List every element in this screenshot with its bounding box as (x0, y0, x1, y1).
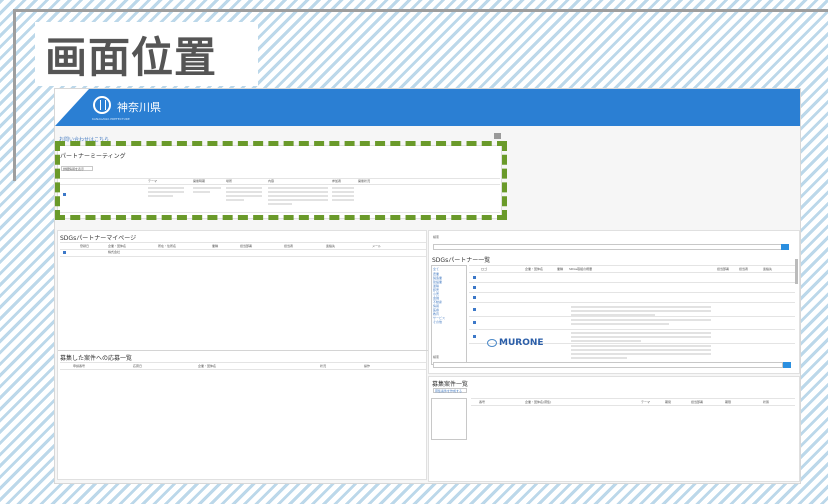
pl-search-label: 検索 (433, 355, 440, 359)
ap-col-action: 操作 (364, 364, 371, 368)
recruitment-title: 募集案件一覧 (432, 381, 469, 388)
search-label: 検索 (433, 235, 440, 239)
pl-row-icon[interactable] (473, 276, 476, 279)
pl-row-icon[interactable] (473, 335, 476, 338)
filter-box: 全て 農業 製造業 建設業 運輸 卸売 小売 金融 不動産 情報 医療 教育 サ… (431, 265, 467, 365)
ap-col-date: 応募日 (133, 364, 143, 368)
pl-col-industry: 業種 (557, 267, 564, 271)
partner-list-title: SDGsパートナー一覧 (432, 257, 491, 264)
pl-row-icon[interactable] (473, 286, 476, 289)
pl-bottom-input[interactable] (433, 362, 783, 368)
header-wedge (55, 89, 89, 126)
mypage-panel: SDGsパートナーマイページ 登録日 企業・団体名 所在・住所名 業種 担当部署… (57, 230, 428, 480)
mp-col-dept: 担当部署 (240, 244, 253, 248)
pl-row-icon[interactable] (473, 296, 476, 299)
pl-bottom-search-button[interactable] (783, 362, 791, 368)
rc-col-company: 企業・団体名(募集) (525, 400, 552, 404)
mp-col-person: 担当者 (284, 244, 294, 248)
heading-box: 画面位置 (35, 22, 258, 86)
close-button[interactable] (494, 133, 501, 139)
mypage-title: SDGsパートナーマイページ (60, 235, 137, 242)
pl-col-summary: SDGs取組の概要 (569, 267, 593, 271)
recruitment-panel: 募集案件一覧 募集案件を作成する 番号 企業・団体名(募集) テーマ 期間 担当… (428, 376, 800, 482)
pl-col-person: 担当者 (739, 267, 749, 271)
pl-col-contact: 連絡先 (763, 267, 773, 271)
ap-col-status: 状況 (320, 364, 327, 368)
mp-col-company: 企業・団体名 (108, 244, 127, 248)
site-header: KANAGAWA PREFECTURE 神奈川県 (55, 89, 800, 126)
murone-logo-icon (487, 339, 497, 347)
create-recruitment-button[interactable]: 募集案件を作成する (433, 388, 467, 393)
rc-col-state: 状態 (763, 400, 770, 404)
rc-col-period: 期間 (665, 400, 672, 404)
applications-title: 募集した案件への応募一覧 (60, 355, 133, 362)
mypage-row-icon[interactable] (63, 251, 66, 254)
murone-logo: MURONE (487, 338, 544, 348)
highlight-frame (55, 141, 507, 220)
pl-col-logo: ロゴ (481, 267, 488, 271)
pl-col-dept: 担当部署 (717, 267, 730, 271)
prefecture-logo-icon[interactable] (93, 96, 111, 114)
recruit-filter-box (431, 398, 467, 440)
screenshot-area: KANAGAWA PREFECTURE 神奈川県 お問い合わせはこちら パートナ… (54, 88, 801, 484)
scrollbar[interactable] (795, 259, 798, 284)
pl-col-company: 企業・団体名 (525, 267, 544, 271)
mp-col-date: 登録日 (80, 244, 90, 248)
pl-row-icon[interactable] (473, 321, 476, 324)
prefecture-name[interactable]: 神奈川県 (117, 99, 161, 115)
rc-col-theme: テーマ (641, 400, 651, 404)
mp-row-company: 株式会社 (108, 250, 121, 254)
ap-col-no: 申請番号 (73, 364, 86, 368)
rc-col-dept: 担当部署 (691, 400, 704, 404)
logo-caption: KANAGAWA PREFECTURE (92, 117, 130, 121)
pl-row-icon[interactable] (473, 308, 476, 311)
search-input[interactable] (433, 244, 783, 250)
mp-col-address: 所在・住所名 (158, 244, 177, 248)
murone-brand: MURONE (499, 338, 544, 348)
mp-col-contact: 連絡先 (326, 244, 336, 248)
rc-col-no: 番号 (479, 400, 486, 404)
rc-col-deadline: 期限 (725, 400, 732, 404)
ap-col-company: 企業・団体名 (198, 364, 217, 368)
search-button[interactable] (781, 244, 789, 250)
page-heading: 画面位置 (45, 32, 218, 82)
mp-col-industry: 業種 (212, 244, 219, 248)
filter-13[interactable]: その他 (432, 320, 466, 324)
partner-list-panel: 検索 SDGsパートナー一覧 全て 農業 製造業 建設業 運輸 卸売 小売 金融… (428, 230, 800, 374)
mp-col-mail: メール (372, 244, 382, 248)
